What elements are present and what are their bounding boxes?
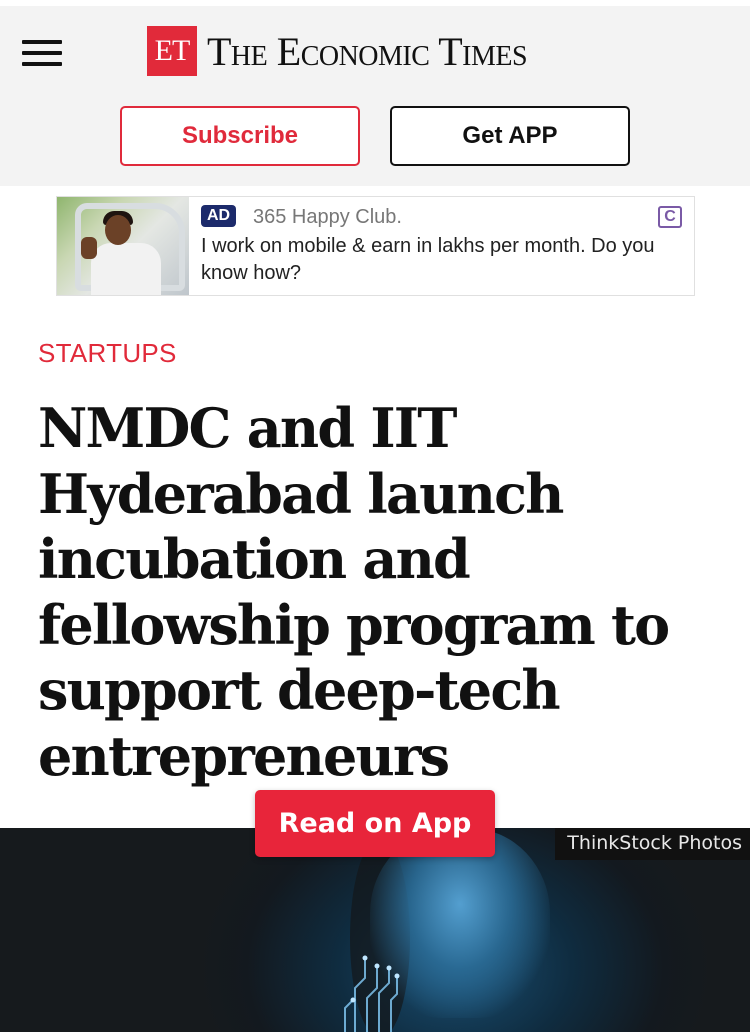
site-header: ET The Economic Times Subscribe Get APP [0,0,750,186]
hero-image: ThinkStock Photos [0,828,750,1032]
read-on-app-button[interactable]: Read on App [255,790,495,857]
hamburger-line [22,62,62,66]
logo-mark: ET [147,26,197,76]
ad-source[interactable]: 365 Happy Club. [253,206,402,229]
ad-banner[interactable]: AD 365 Happy Club. I work on mobile & ea… [56,196,695,296]
ad-copy[interactable]: I work on mobile & earn in lakhs per mon… [201,233,681,287]
photo-credit: ThinkStock Photos [555,828,750,860]
circuit-lines-graphic [344,955,400,1032]
hamburger-line [22,51,62,55]
person-face-shape [105,215,131,245]
hamburger-line [22,40,62,44]
person-shirt-shape [91,243,161,295]
site-logo[interactable]: ET The Economic Times [147,26,528,76]
ad-thumbnail-image[interactable] [57,197,189,295]
ad-choices-icon[interactable]: C [658,206,682,228]
logo-text: The Economic Times [207,28,528,74]
hamburger-menu-icon[interactable] [22,38,62,68]
article-headline: NMDC and IIT Hyderabad launch incubation… [38,396,670,788]
thumbs-up-hand-shape [81,237,97,259]
article-category[interactable]: STARTUPS [38,338,177,369]
subscribe-button[interactable]: Subscribe [120,106,360,166]
get-app-button[interactable]: Get APP [390,106,630,166]
ad-badge: AD [201,205,237,227]
